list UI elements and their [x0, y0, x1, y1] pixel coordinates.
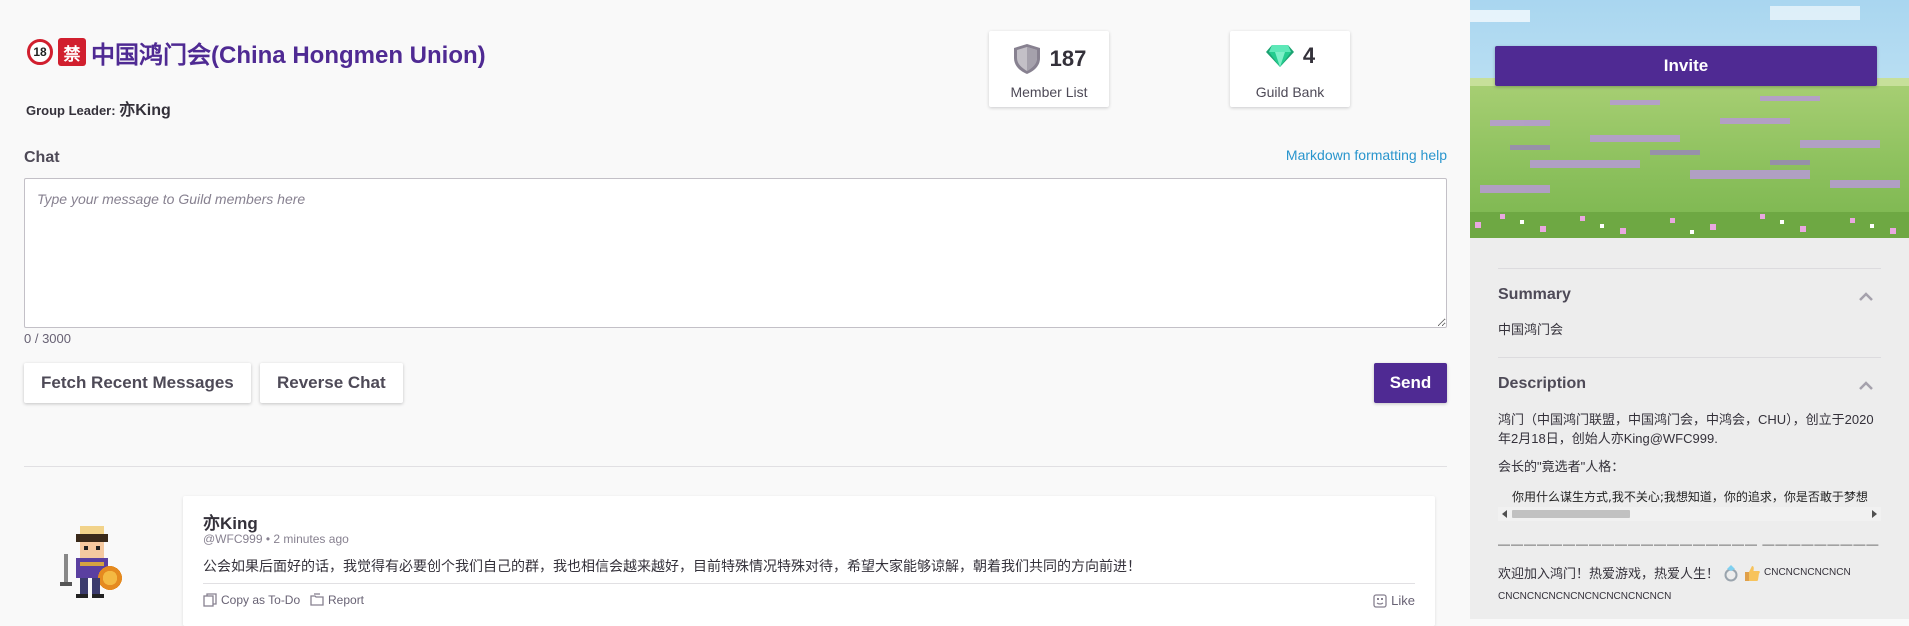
summary-text: 中国鸿门会	[1498, 322, 1564, 337]
message-text: 公会如果后面好的话，我觉得有必要创个我们自己的群，我也相信会越来越好，目前特殊情…	[203, 558, 1141, 574]
reverse-chat-button[interactable]: Reverse Chat	[260, 363, 403, 403]
description-separator: ———————————————————— —————————	[1498, 537, 1880, 551]
divider	[24, 466, 1447, 467]
main-panel: 18 禁 中国鸿门会(China Hongmen Union) Group Le…	[0, 0, 1470, 626]
gem-icon	[1265, 45, 1294, 67]
description-paragraph-2: 会长的"竟选者"人格：	[1498, 459, 1625, 474]
group-leader-name[interactable]: 亦King	[119, 102, 171, 119]
copy-as-todo-label: Copy as To-Do	[221, 593, 301, 607]
member-list-card[interactable]: 187 Member List	[989, 31, 1109, 107]
message-meta: @WFC999 • 2 minutes ago	[203, 532, 349, 546]
group-leader-label: Group Leader:	[26, 103, 120, 118]
thumbs-up-icon	[1745, 565, 1760, 581]
forbidden-badge-icon: 禁	[58, 38, 86, 66]
message-handle[interactable]: @WFC999	[203, 532, 263, 546]
horizontal-scrollbar[interactable]	[1498, 507, 1881, 521]
like-icon	[1373, 593, 1387, 608]
section-divider	[1498, 357, 1881, 358]
markdown-help-row: Markdown formatting help	[24, 147, 1447, 167]
like-label: Like	[1391, 593, 1415, 608]
guild-bank-card[interactable]: 4 Guild Bank	[1230, 31, 1350, 107]
guild-name: 中国鸿门会(China Hongmen Union)	[91, 41, 486, 69]
member-count: 187	[1049, 46, 1087, 71]
welcome-text: 欢迎加入鸿门！热爱游戏，热爱人生！	[1498, 566, 1720, 581]
description-trailing-text: CNCNCNCNCNCNCNCNCNCNCNCN	[1498, 591, 1672, 602]
chat-message: 亦King @WFC999 • 2 minutes ago 公会如果后面好的话，…	[183, 496, 1435, 626]
message-author[interactable]: 亦King	[203, 509, 258, 534]
guild-bank-label: Guild Bank	[1255, 84, 1325, 100]
summary-heading[interactable]: Summary	[1498, 286, 1571, 304]
like-button[interactable]: Like	[1373, 593, 1415, 608]
age-18-icon: 18	[27, 39, 53, 65]
guild-title: 18 禁 中国鸿门会(China Hongmen Union)	[27, 36, 486, 69]
send-button[interactable]: Send	[1374, 363, 1447, 403]
report-button[interactable]: Report	[310, 593, 364, 607]
welcome-line: 欢迎加入鸿门！热爱游戏，热爱人生！ CNCNCNCNCNCN	[1498, 563, 1851, 582]
description-paragraph: 鸿门（中国鸿门联盟，中国鸿门会，中鸿会，CHU），创立于2020年2月18日，创…	[1498, 412, 1874, 446]
group-leader: Group Leader: 亦King	[26, 96, 171, 120]
chevron-up-icon[interactable]	[1858, 290, 1874, 302]
copy-icon	[203, 593, 217, 607]
ring-emoji-icon	[1724, 564, 1738, 581]
character-counter: 0 / 3000	[24, 331, 71, 346]
code-text: 你用什么谋生方式,我不关心;我想知道，你的追求，你是否敢于梦想	[1512, 490, 1868, 504]
markdown-help-link[interactable]: Markdown formatting help	[1286, 147, 1447, 163]
meadow-banner-image	[1470, 0, 1909, 238]
chat-message-input[interactable]	[24, 178, 1447, 328]
invite-button[interactable]: Invite	[1495, 46, 1877, 86]
copy-as-todo-button[interactable]: Copy as To-Do	[203, 593, 300, 607]
sidebar: Invite Summary 中国鸿门会 Description 鸿门（中国鸿门…	[1470, 0, 1909, 619]
shield-icon	[1013, 44, 1040, 74]
report-icon	[310, 593, 324, 606]
description-heading[interactable]: Description	[1498, 375, 1586, 393]
message-time: 2 minutes ago	[273, 532, 349, 546]
welcome-tail: CNCNCNCNCNCN	[1764, 567, 1851, 578]
code-block[interactable]: 你用什么谋生方式,我不关心;我想知道，你的追求，你是否敢于梦想	[1498, 482, 1881, 522]
gem-count: 4	[1302, 43, 1316, 68]
message-divider	[203, 583, 1415, 584]
fetch-recent-messages-button[interactable]: Fetch Recent Messages	[24, 363, 251, 403]
report-label: Report	[328, 593, 365, 607]
chevron-up-icon[interactable]	[1858, 379, 1874, 391]
section-divider	[1498, 268, 1881, 269]
author-avatar[interactable]	[52, 522, 132, 602]
member-list-label: Member List	[1010, 84, 1088, 100]
